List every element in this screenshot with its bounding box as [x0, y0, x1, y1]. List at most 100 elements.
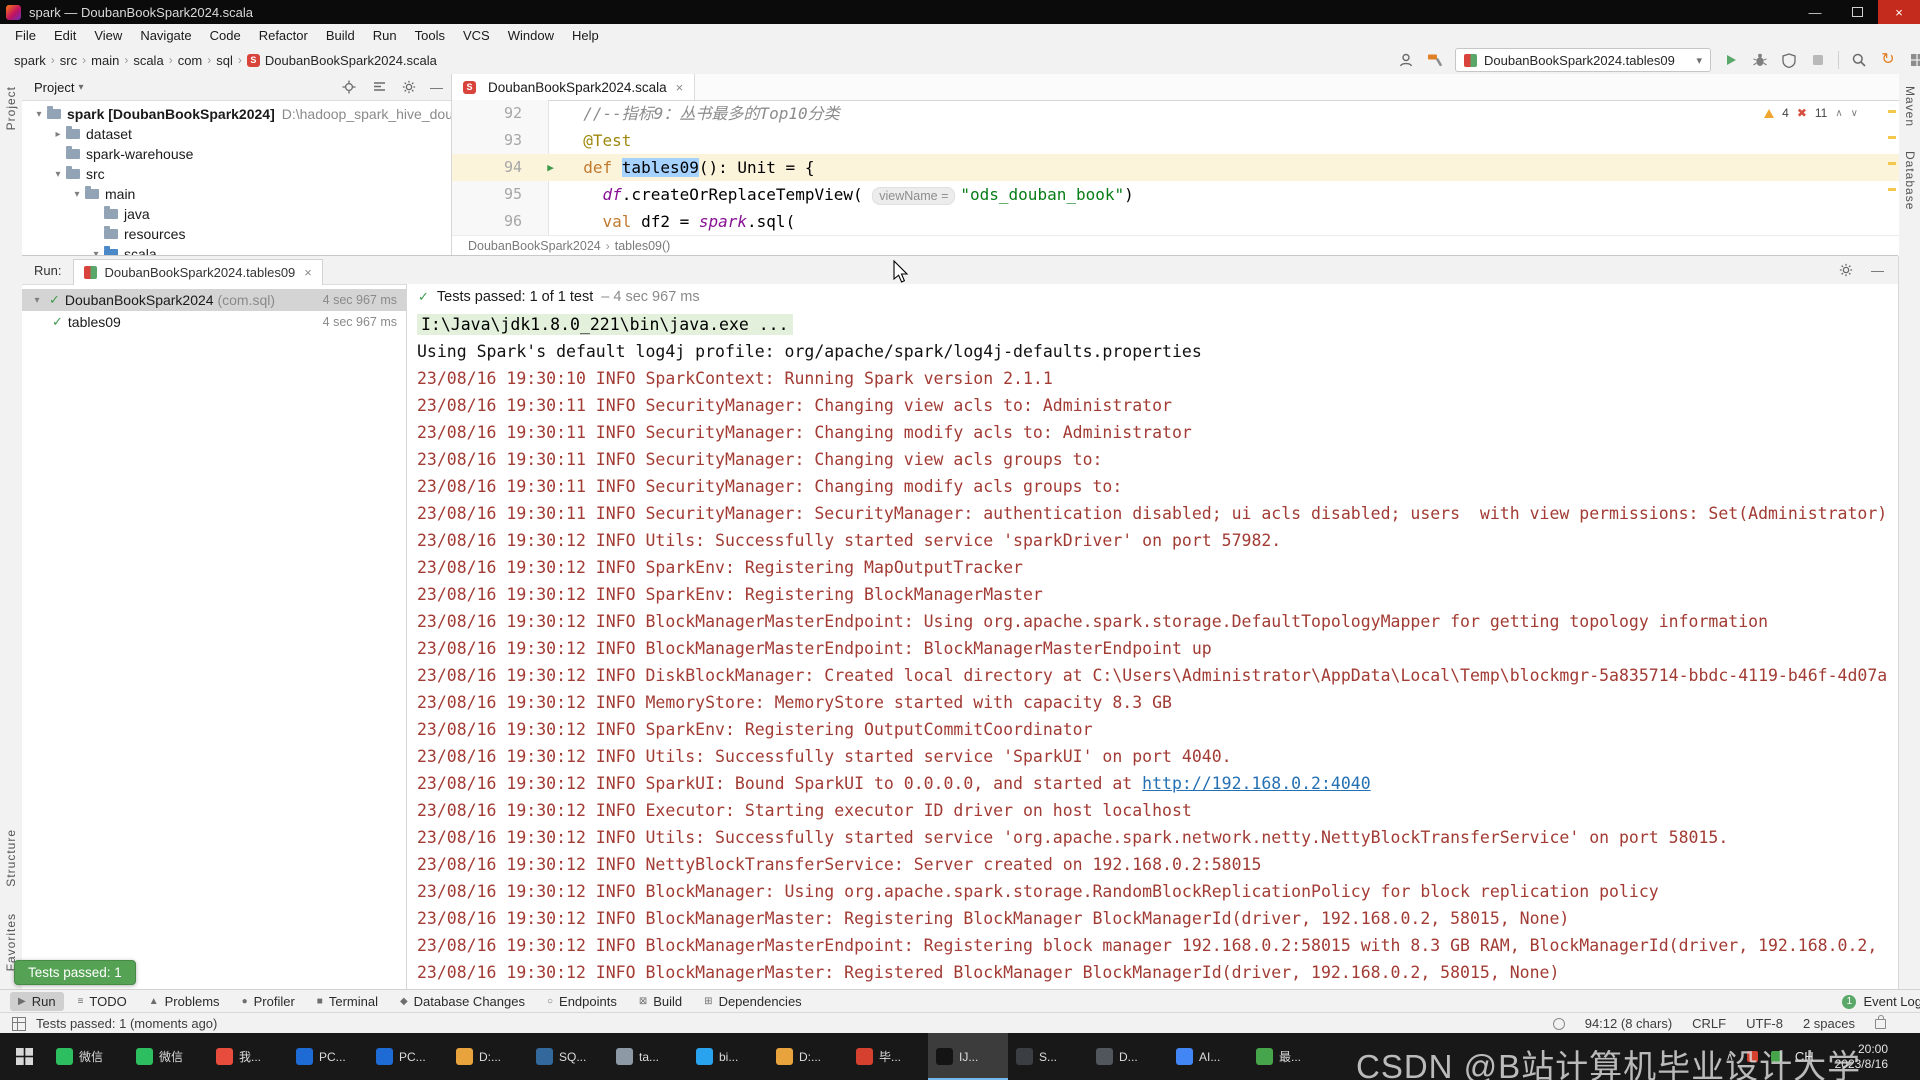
gear-icon[interactable] — [1837, 261, 1855, 279]
user-settings-icon[interactable] — [1397, 51, 1415, 69]
tray-icon[interactable] — [1747, 1051, 1758, 1062]
tree-chevron-icon[interactable]: ▾ — [70, 189, 84, 200]
taskbar-app[interactable]: SQ... — [528, 1033, 608, 1080]
collapse-all-icon[interactable] — [370, 78, 388, 96]
taskbar-app[interactable]: D:... — [768, 1033, 848, 1080]
project-panel-title[interactable]: Project — [34, 80, 74, 95]
taskbar-app[interactable]: D:... — [448, 1033, 528, 1080]
run-tab[interactable]: DoubanBookSpark2024.tables09 × — [73, 259, 322, 285]
update-project-icon[interactable]: ↻ — [1879, 51, 1897, 69]
taskbar-app[interactable]: 微信 — [48, 1033, 128, 1080]
tray-expand-icon[interactable]: ∧ — [1726, 1050, 1734, 1063]
taskbar-app[interactable]: 我... — [208, 1033, 288, 1080]
tree-chevron-icon[interactable]: ▸ — [51, 129, 65, 140]
event-log-button[interactable]: 1 Event Log — [1842, 994, 1920, 1009]
toolstrip-maven[interactable]: Maven — [1903, 86, 1917, 127]
project-tree-item[interactable]: ▾main — [22, 184, 451, 204]
breadcrumb-item[interactable]: sql — [212, 52, 237, 69]
tree-chevron-icon[interactable]: ▾ — [51, 169, 65, 180]
menu-item-run[interactable]: Run — [364, 27, 406, 44]
maximize-button[interactable] — [1836, 0, 1878, 24]
toolwindow-toggle-icon[interactable] — [12, 1017, 26, 1031]
status-item[interactable]: 94:12 (8 chars) — [1585, 1016, 1672, 1031]
run-configuration-select[interactable]: DoubanBookSpark2024.tables09 ▾ — [1455, 48, 1711, 72]
taskbar-app[interactable]: IJ... — [928, 1033, 1008, 1080]
taskbar-app[interactable]: 毕... — [848, 1033, 928, 1080]
taskbar-app[interactable]: 最... — [1248, 1033, 1328, 1080]
taskbar-app[interactable]: D... — [1088, 1033, 1168, 1080]
spark-ui-link[interactable]: http://192.168.0.2:4040 — [1142, 774, 1370, 793]
input-language-indicator[interactable]: CH — [1795, 1049, 1814, 1064]
menu-item-window[interactable]: Window — [499, 27, 563, 44]
toolwindow-button-endpoints[interactable]: ○Endpoints — [539, 992, 625, 1011]
project-tree-item[interactable]: resources — [22, 224, 451, 244]
lock-icon[interactable] — [1875, 1019, 1886, 1029]
toolwindow-button-dependencies[interactable]: ⊞Dependencies — [696, 992, 810, 1011]
breadcrumb-item[interactable]: src — [56, 52, 81, 69]
editor-breadcrumb-item[interactable]: DoubanBookSpark2024 — [468, 239, 601, 253]
inspection-widget[interactable]: 4 ✖ 11 ∧ ∨ — [1759, 105, 1863, 121]
prev-issue-icon[interactable]: ∧ — [1835, 108, 1842, 119]
run-button[interactable] — [1722, 51, 1740, 69]
chevron-down-icon[interactable]: ▾ — [78, 82, 83, 93]
toolwindow-button-build[interactable]: ⊠Build — [631, 992, 690, 1011]
project-tree-item[interactable]: spark-warehouse — [22, 144, 451, 164]
layout-icon[interactable] — [1908, 51, 1920, 69]
start-button[interactable] — [0, 1033, 48, 1080]
taskbar-app[interactable]: 微信 — [128, 1033, 208, 1080]
menu-item-view[interactable]: View — [85, 27, 131, 44]
breadcrumb-item[interactable]: spark — [10, 52, 50, 69]
toolstrip-database[interactable]: Database — [1903, 151, 1917, 210]
taskbar-app[interactable]: S... — [1008, 1033, 1088, 1080]
project-tree-item[interactable]: ▸dataset — [22, 124, 451, 144]
breadcrumb-item[interactable]: scala — [129, 52, 167, 69]
tab-close-icon[interactable]: × — [304, 265, 312, 280]
close-button[interactable]: × — [1878, 0, 1920, 24]
hide-panel-icon[interactable]: — — [1871, 263, 1884, 278]
tree-chevron-icon[interactable]: ▾ — [32, 109, 46, 120]
toolstrip-project[interactable]: Project — [4, 86, 18, 130]
search-everywhere-icon[interactable] — [1850, 51, 1868, 69]
locate-file-icon[interactable] — [340, 78, 358, 96]
project-tree-item[interactable]: java — [22, 204, 451, 224]
toolwindow-button-profiler[interactable]: ●Profiler — [234, 992, 303, 1011]
run-gutter-icon[interactable]: ▶ — [537, 154, 564, 181]
toolwindow-button-terminal[interactable]: ■Terminal — [309, 992, 386, 1011]
toolwindow-button-todo[interactable]: ≡TODO — [70, 992, 135, 1011]
menu-item-file[interactable]: File — [6, 27, 45, 44]
console-output[interactable]: I:\Java\jdk1.8.0_221\bin\java.exe ...Usi… — [407, 311, 1898, 990]
toolstrip-structure[interactable]: Structure — [4, 829, 18, 887]
stop-button[interactable] — [1809, 51, 1827, 69]
editor-breadcrumb-item[interactable]: tables09() — [615, 239, 671, 253]
editor-tab[interactable]: S DoubanBookSpark2024.scala × — [452, 74, 695, 100]
taskbar-app[interactable]: PC... — [368, 1033, 448, 1080]
menu-item-vcs[interactable]: VCS — [454, 27, 499, 44]
menu-item-code[interactable]: Code — [201, 27, 250, 44]
menu-item-refactor[interactable]: Refactor — [250, 27, 317, 44]
hide-panel-icon[interactable]: — — [430, 80, 443, 95]
coverage-button[interactable] — [1780, 51, 1798, 69]
taskbar-app[interactable]: AI... — [1168, 1033, 1248, 1080]
tree-chevron-icon[interactable]: ▾ — [30, 295, 44, 306]
code-editor[interactable]: 92 //--指标9：丛书最多的Top10分类93 @Test94▶ def t… — [452, 100, 1899, 235]
toolwindow-button-problems[interactable]: ▲Problems — [141, 992, 228, 1011]
status-item[interactable]: 2 spaces — [1803, 1016, 1855, 1031]
project-tree-item[interactable]: ▾scala — [22, 244, 451, 255]
menu-item-help[interactable]: Help — [563, 27, 608, 44]
project-tree-item[interactable]: ▾spark [DoubanBookSpark2024]D:\hadoop_sp… — [22, 104, 451, 124]
taskbar-app[interactable]: bi... — [688, 1033, 768, 1080]
build-hammer-icon[interactable] — [1426, 51, 1444, 69]
menu-item-tools[interactable]: Tools — [406, 27, 454, 44]
taskbar-app[interactable]: PC... — [288, 1033, 368, 1080]
next-issue-icon[interactable]: ∨ — [1851, 108, 1858, 119]
test-tree-item[interactable]: ✓tables094 sec 967 ms — [22, 311, 406, 333]
minimize-button[interactable]: — — [1794, 0, 1836, 24]
menu-item-navigate[interactable]: Navigate — [131, 27, 200, 44]
gear-icon[interactable] — [400, 78, 418, 96]
test-passed-balloon[interactable]: Tests passed: 1 — [14, 960, 136, 985]
test-tree-item[interactable]: ▾✓DoubanBookSpark2024 (com.sql)4 sec 967… — [22, 289, 406, 311]
breadcrumb-item[interactable]: main — [87, 52, 123, 69]
status-item[interactable]: CRLF — [1692, 1016, 1726, 1031]
toolwindow-button-database-changes[interactable]: ◆Database Changes — [392, 992, 533, 1011]
breadcrumb-file[interactable]: S DoubanBookSpark2024.scala — [243, 52, 441, 69]
